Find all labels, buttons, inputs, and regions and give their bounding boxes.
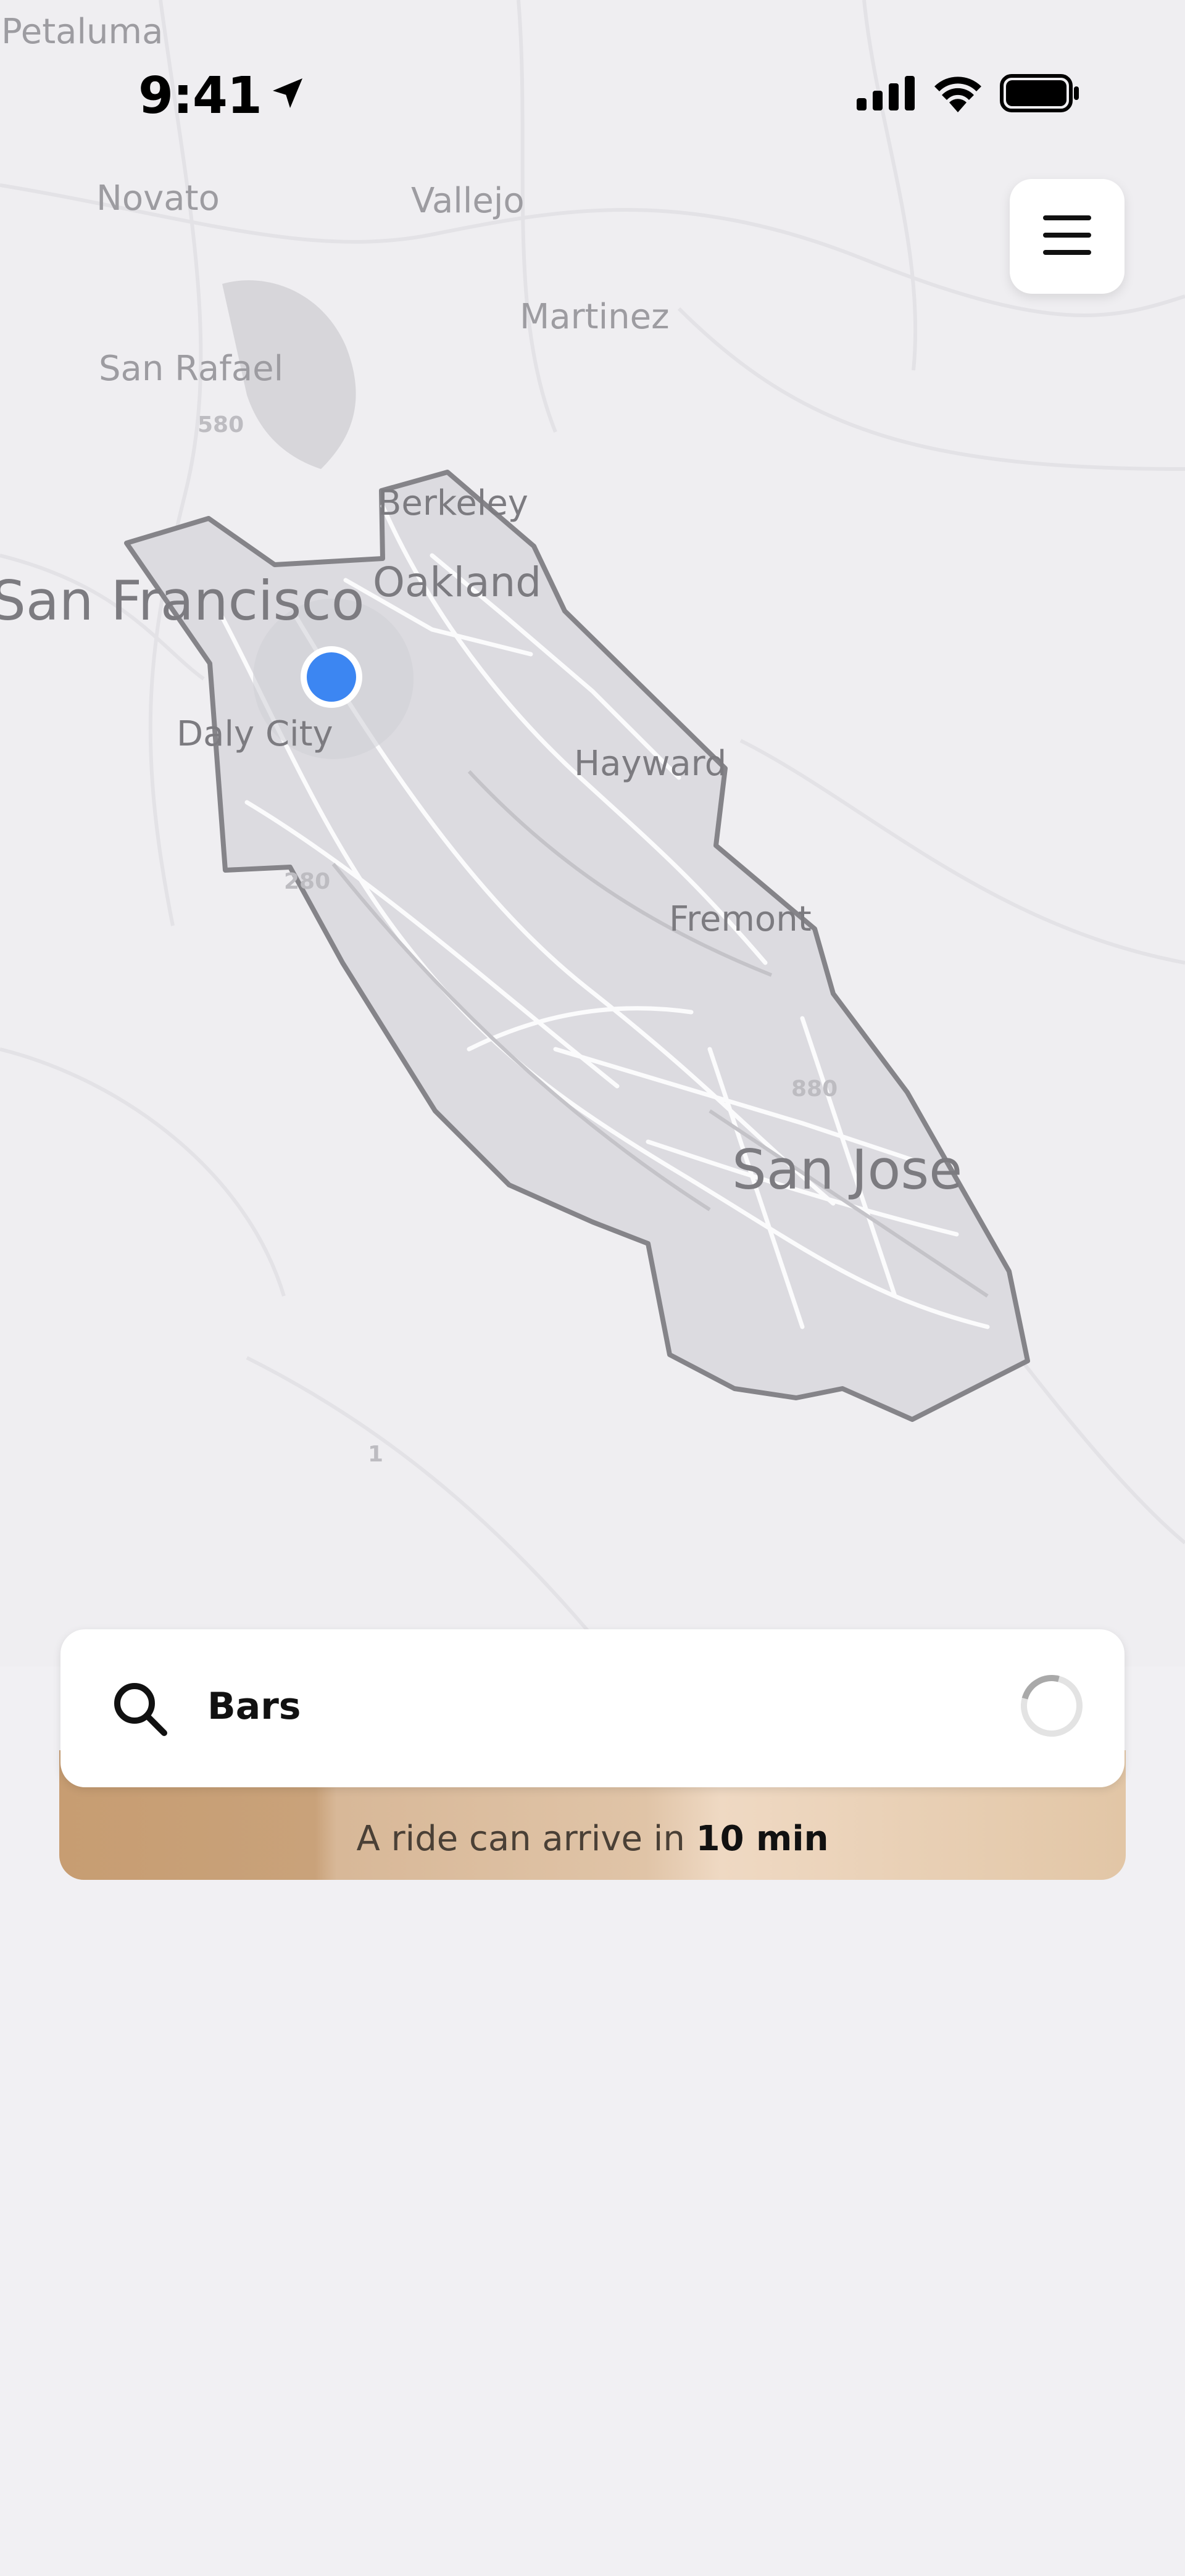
battery-icon [1000,74,1080,115]
map-label-oakland: Oakland [373,559,541,606]
map-label-vallejo: Vallejo [411,181,525,221]
map[interactable]: Petaluma Novato Vallejo Martinez San Raf… [0,0,1185,1666]
map-label-daly-city: Daly City [177,714,333,754]
hamburger-menu-icon [1042,214,1092,260]
highway-280: 280 [284,869,330,894]
highway-580: 580 [198,412,244,438]
wifi-icon [932,74,984,115]
search-bar[interactable]: Bars [60,1629,1125,1787]
search-input[interactable]: Bars [207,1685,301,1728]
time-label: 9:41 [138,67,262,125]
status-bar-right [857,74,1080,115]
map-label-novato: Novato [96,178,220,218]
eta-prefix: A ride can arrive in [356,1819,696,1859]
menu-button[interactable] [1010,179,1125,294]
cellular-signal-icon [857,76,916,114]
user-location-dot[interactable] [307,652,356,702]
highway-880: 880 [791,1076,838,1102]
map-label-martinez: Martinez [520,297,670,337]
search-icon [111,1680,168,1740]
eta-time: 10 min [696,1819,829,1859]
loading-spinner [1009,1663,1094,1748]
location-arrow-icon [268,67,307,125]
map-label-petaluma: Petaluma [1,12,163,52]
map-label-san-jose: San Jose [732,1138,962,1202]
map-label-san-francisco: San Francisco [0,569,365,633]
map-label-berkeley: Berkeley [378,483,528,523]
map-label-fremont: Fremont [669,899,812,939]
status-bar-time: 9:41 [138,67,307,125]
eta-text: A ride can arrive in 10 min [59,1819,1126,1859]
map-label-san-rafael: San Rafael [99,349,283,389]
highway-1: 1 [368,1442,383,1467]
map-label-hayward: Hayward [574,744,726,784]
